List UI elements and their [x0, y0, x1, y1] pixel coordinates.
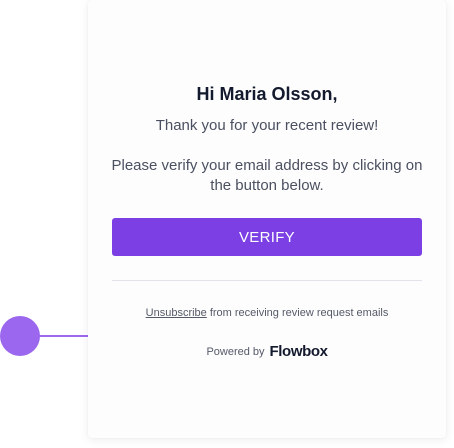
- unsubscribe-line: Unsubscribe from receiving review reques…: [88, 307, 446, 319]
- verify-instructions: Please verify your email address by clic…: [111, 157, 423, 194]
- greeting-heading: Hi Maria Olsson,: [196, 84, 338, 104]
- email-card: Hi Maria Olsson, Thank you for your rece…: [88, 0, 446, 438]
- powered-by-line: Powered by Flowbox: [88, 343, 446, 360]
- thank-you-text: Thank you for your recent review!: [155, 117, 379, 134]
- powered-by-text: Powered by: [206, 346, 265, 358]
- unsubscribe-link[interactable]: Unsubscribe: [146, 307, 207, 319]
- page-background: Hi Maria Olsson, Thank you for your rece…: [0, 0, 454, 448]
- unsubscribe-text: from receiving review request emails: [206, 307, 389, 319]
- decorative-dot: [0, 316, 40, 356]
- divider: [112, 280, 422, 281]
- verify-button[interactable]: VERIFY: [112, 218, 422, 256]
- flowbox-logo: Flowbox: [269, 343, 328, 360]
